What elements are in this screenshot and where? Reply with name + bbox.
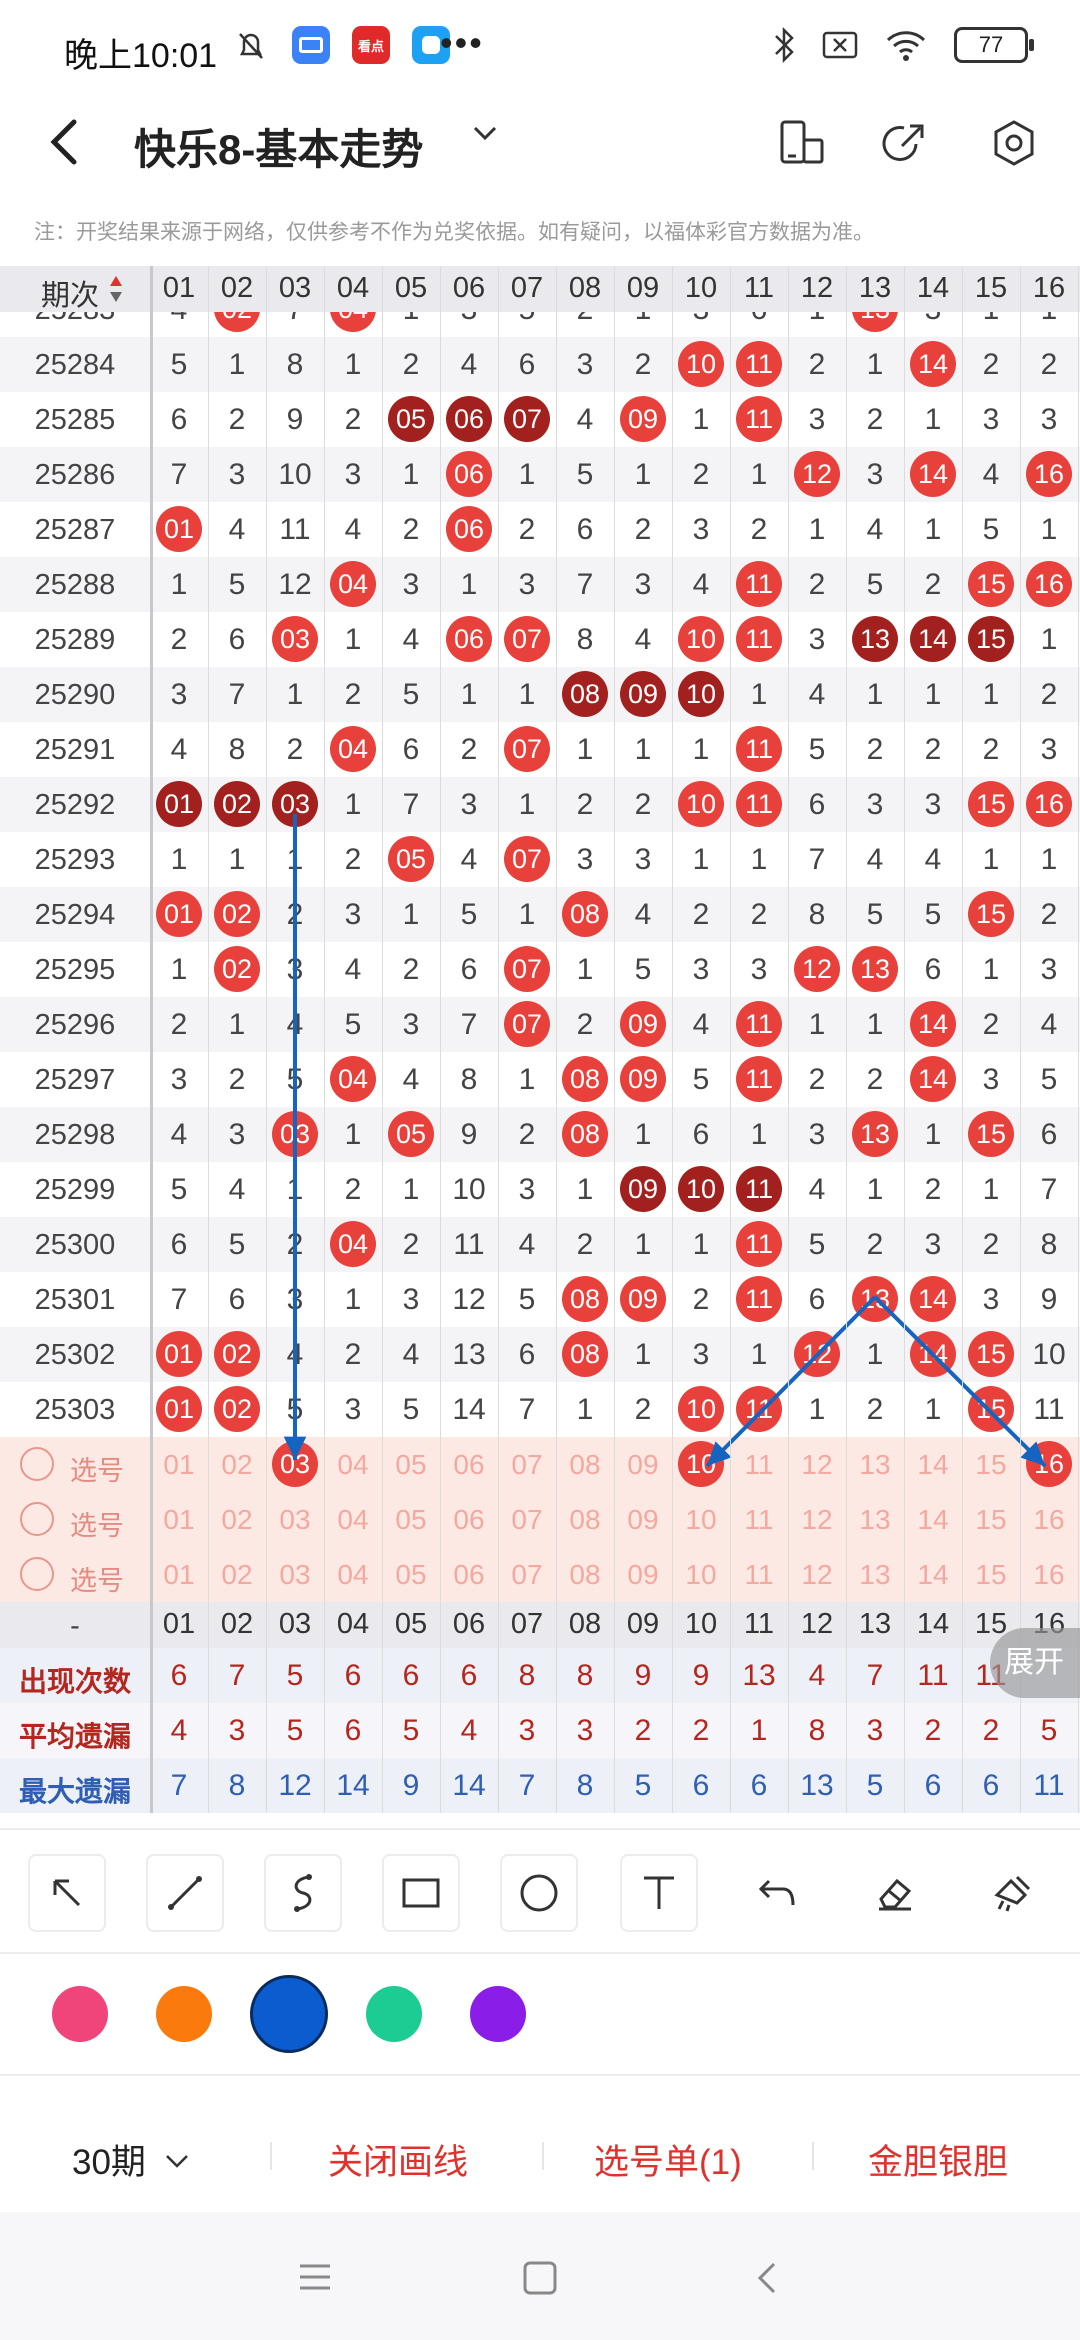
settings-icon [994, 120, 1034, 166]
more-notifications: ••• [440, 22, 484, 63]
color-swatch[interactable] [250, 1975, 328, 2053]
arrow-tool-button[interactable] [28, 1854, 106, 1932]
color-divider [0, 2074, 1080, 2076]
undo-button[interactable] [738, 1854, 816, 1932]
column-divider [614, 266, 615, 1813]
color-swatch[interactable] [470, 1986, 526, 2042]
separator [812, 2142, 814, 2170]
column-divider [904, 266, 905, 1813]
toolbar-divider-top [0, 1828, 1080, 1830]
back-nav-icon[interactable] [752, 2260, 782, 2296]
column-divider [846, 266, 847, 1813]
wifi-icon [886, 31, 926, 61]
color-swatch[interactable] [52, 1986, 108, 2042]
share-button[interactable] [874, 114, 934, 174]
arrow-tool-icon [53, 1879, 81, 1907]
chevron-left-icon [50, 119, 77, 165]
column-divider [382, 266, 383, 1813]
chevron-down-icon [165, 2155, 188, 2168]
rectangle-tool-button[interactable] [382, 1854, 460, 1932]
column-divider [150, 266, 153, 1813]
color-swatch[interactable] [366, 1986, 422, 2042]
page-title[interactable]: 快乐8-基本走势 [134, 116, 423, 177]
news-app-icon: 看点 [352, 26, 390, 64]
color-swatch[interactable] [156, 1986, 212, 2042]
gold-silver-button[interactable]: 金胆银胆 [868, 2134, 1008, 2185]
curve-tool-button[interactable] [264, 1854, 342, 1932]
column-divider [556, 266, 557, 1813]
rectangle-tool-icon [402, 1878, 440, 1908]
expand-button[interactable]: 展开 [990, 1628, 1080, 1698]
back-button[interactable] [44, 112, 104, 182]
column-divider [440, 266, 441, 1813]
wallet-app-icon [292, 26, 330, 64]
text-tool-icon [644, 1876, 674, 1909]
column-divider [324, 266, 325, 1813]
column-divider [730, 266, 731, 1813]
drawing-layer [283, 814, 1047, 1468]
status-time: 晚上10:01 [64, 37, 218, 75]
circle-tool-icon [520, 1874, 558, 1912]
bell-off-icon [239, 33, 263, 59]
column-divider [788, 266, 789, 1813]
layout-button[interactable] [772, 114, 832, 174]
phone-layout-icon [780, 120, 824, 164]
no-sim-icon [822, 31, 858, 59]
undo-icon [758, 1879, 795, 1906]
title-dropdown[interactable] [470, 118, 500, 157]
separator [270, 2142, 272, 2170]
line-tool-button[interactable] [146, 1854, 224, 1932]
status-right: 77 [772, 26, 1034, 64]
column-divider [1078, 266, 1079, 1813]
bluetooth-icon [775, 26, 794, 64]
close-line-button[interactable]: 关闭画线 [328, 2134, 468, 2185]
drawn-arrow-left [705, 1295, 877, 1468]
curve-tool-icon [294, 1874, 312, 1912]
column-divider [672, 266, 673, 1813]
drawn-arrow-down-head [283, 1436, 307, 1460]
pick-list-button[interactable]: 选号单(1) [594, 2134, 742, 2185]
share-icon [882, 124, 924, 161]
home-nav-icon[interactable] [522, 2260, 558, 2296]
line-tool-icon [168, 1876, 202, 1910]
column-divider [962, 266, 963, 1813]
period-select[interactable]: 30期 [72, 2134, 192, 2185]
separator [542, 2142, 544, 2170]
settings-button[interactable] [984, 114, 1044, 174]
period-label: 30期 [72, 2143, 146, 2182]
clear-icon [994, 1875, 1031, 1912]
app-header: 快乐8-基本走势 [0, 96, 1080, 206]
system-nav-bar [0, 2212, 1080, 2340]
column-divider [498, 266, 499, 1813]
circle-tool-button[interactable] [500, 1854, 578, 1932]
clear-button[interactable] [974, 1854, 1052, 1932]
column-divider [266, 266, 267, 1813]
chevron-down-icon [473, 126, 497, 141]
bottom-action-bar: 30期 关闭画线 选号单(1) 金胆银胆 [0, 2092, 1080, 2212]
text-tool-button[interactable] [620, 1854, 698, 1932]
battery-indicator: 77 [954, 27, 1034, 63]
eraser-button[interactable] [856, 1854, 934, 1932]
disclaimer-notice: 注：开奖结果来源于网络，仅供参考不作为兑奖依据。如有疑问，以福体彩官方数据为准。 [34, 221, 874, 244]
status-bar: 晚上10:01 看点 ••• 77 [0, 0, 1080, 96]
column-divider [208, 266, 209, 1813]
notification-icons: 看点 [232, 26, 450, 64]
menu-nav-icon[interactable] [298, 2262, 332, 2292]
toolbar-divider [0, 1952, 1080, 1954]
column-divider [1020, 266, 1021, 1813]
eraser-icon [879, 1878, 912, 1911]
